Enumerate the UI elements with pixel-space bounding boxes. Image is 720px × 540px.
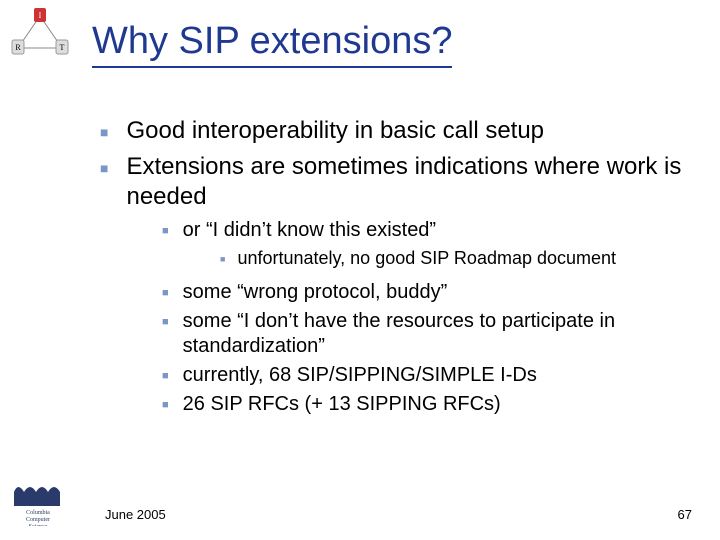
bullet-level1: ■ Good interoperability in basic call se… [100,116,690,146]
bullet-text: Good interoperability in basic call setu… [126,116,690,146]
bullet-text: 26 SIP RFCs (+ 13 SIPPING RFCs) [183,392,690,417]
square-bullet-icon: ■ [162,399,169,417]
svg-text:Computer: Computer [26,517,50,523]
irt-t: T [60,43,65,52]
bullet-level2: ■ currently, 68 SIP/SIPPING/SIMPLE I-Ds [162,363,690,388]
bullet-level2: ■ 26 SIP RFCs (+ 13 SIPPING RFCs) [162,392,690,417]
square-bullet-icon: ■ [162,225,169,243]
bullet-level3: ■ unfortunately, no good SIP Roadmap doc… [220,247,690,270]
bullet-text: or “I didn’t know this existed” [183,218,690,243]
bullet-text: some “wrong protocol, buddy” [183,280,690,305]
square-bullet-icon: ■ [162,370,169,388]
slide: I R T Why SIP extensions? ■ Good interop… [0,0,720,540]
bullet-level1: ■ Extensions are sometimes indications w… [100,152,690,212]
bullet-level2: ■ or “I didn’t know this existed” [162,218,690,243]
irt-logo-icon: I R T [10,6,70,58]
square-bullet-icon: ■ [100,160,108,212]
slide-title: Why SIP extensions? [92,22,452,68]
irt-i: I [39,11,42,20]
svg-text:Science: Science [29,524,48,526]
svg-text:Columbia: Columbia [26,510,50,516]
square-bullet-icon: ■ [162,287,169,305]
square-bullet-icon: ■ [100,124,108,146]
bullet-level2: ■ some “wrong protocol, buddy” [162,280,690,305]
footer-date: June 2005 [105,507,166,522]
bullet-text: currently, 68 SIP/SIPPING/SIMPLE I-Ds [183,363,690,388]
slide-body: ■ Good interoperability in basic call se… [100,110,690,421]
columbia-crown-icon: Columbia Computer Science [8,474,68,526]
bullet-level2: ■ some “I don’t have the resources to pa… [162,309,690,359]
bullet-text: unfortunately, no good SIP Roadmap docum… [237,247,690,270]
irt-r: R [15,43,21,52]
square-bullet-icon: ■ [220,254,225,270]
bullet-text: Extensions are sometimes indications whe… [126,152,690,212]
bullet-text: some “I don’t have the resources to part… [183,309,690,359]
square-bullet-icon: ■ [162,316,169,359]
page-number: 67 [678,507,692,522]
